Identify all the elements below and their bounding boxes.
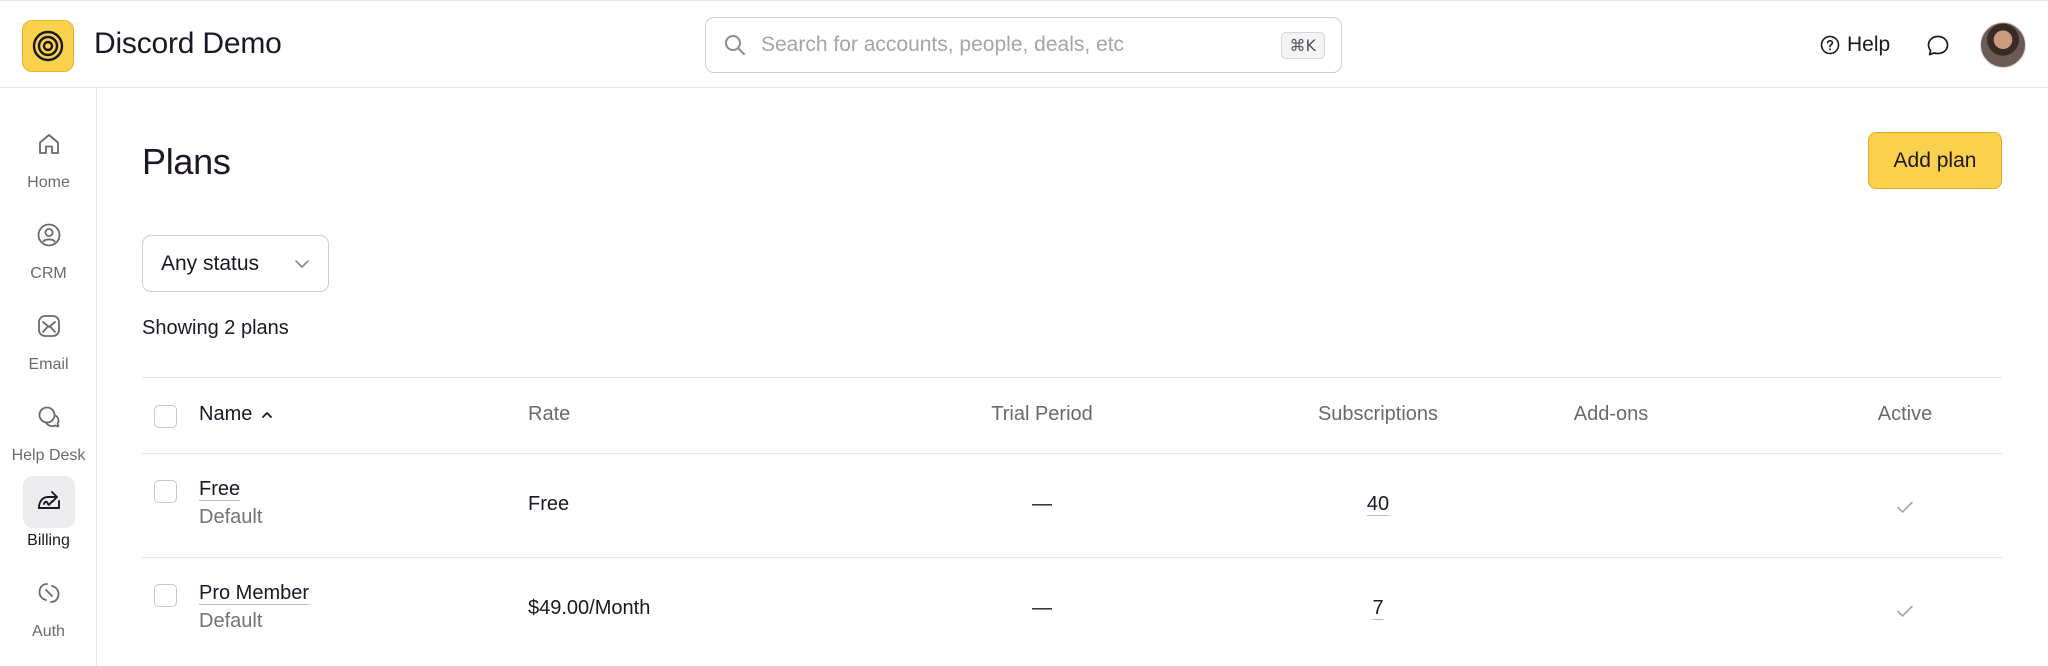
sidebar-item-home[interactable]: Home (0, 118, 97, 204)
sidebar-item-label: Auth (32, 623, 65, 640)
select-all-checkbox[interactable] (154, 405, 177, 428)
sidebar-item-label: Home (27, 174, 70, 191)
top-bar: Discord Demo ⌘K Help (0, 0, 2048, 88)
column-header-trial-period[interactable]: Trial Period (991, 403, 1093, 426)
checkmark-icon (1897, 501, 1913, 513)
sidebar-item-auth[interactable]: Auth (0, 567, 97, 653)
column-header-label: Name (199, 403, 253, 425)
sidebar-item-billing[interactable]: Billing (0, 476, 97, 562)
row-checkbox[interactable] (154, 584, 177, 607)
home-icon (38, 134, 59, 154)
search-bar[interactable]: ⌘K (705, 17, 1342, 73)
column-header-add-ons[interactable]: Add-ons (1574, 403, 1649, 426)
column-header-name[interactable]: Name (199, 403, 273, 426)
subscriptions-count-link[interactable]: 7 (1372, 597, 1384, 620)
column-header-active[interactable]: Active (1878, 403, 1932, 426)
column-header-rate[interactable]: Rate (528, 403, 570, 426)
plan-rate: Free (528, 493, 570, 515)
subscriptions-count-link[interactable]: 40 (1366, 493, 1390, 516)
results-count: Showing 2 plans (142, 317, 289, 339)
app-logo[interactable] (22, 20, 74, 72)
column-header-subscriptions[interactable]: Subscriptions (1318, 403, 1438, 426)
sidebar-item-crm[interactable]: CRM (0, 209, 97, 295)
sidebar-item-label: Billing (27, 532, 70, 549)
plan-trial-period: — (1032, 597, 1052, 619)
status-filter-value: Any status (161, 251, 260, 275)
table-divider (142, 377, 2002, 378)
auth-icon (38, 583, 59, 603)
status-filter-dropdown[interactable]: Any status (142, 235, 329, 292)
sidebar-item-email[interactable]: Email (0, 300, 97, 386)
search-input[interactable] (761, 33, 1261, 57)
help-circle-icon (1820, 35, 1840, 55)
mail-icon (37, 315, 60, 337)
page-title: Plans (142, 141, 231, 182)
table-divider (142, 453, 2002, 454)
add-plan-button[interactable]: Add plan (1868, 132, 2002, 189)
plan-name-link[interactable]: Pro Member (199, 582, 310, 605)
logo-icon (32, 30, 64, 62)
app-title: Discord Demo (94, 27, 282, 60)
plan-name-link[interactable]: Free (199, 478, 241, 501)
search-shortcut-badge: ⌘K (1280, 32, 1325, 59)
chat-bubbles-icon (38, 406, 59, 428)
plan-rate: $49.00/Month (528, 597, 651, 619)
table-divider (142, 557, 2002, 558)
billing-icon (37, 491, 60, 509)
row-checkbox[interactable] (154, 480, 177, 503)
chat-icon[interactable] (1925, 33, 1951, 59)
help-label: Help (1847, 33, 1891, 56)
chevron-down-icon (295, 260, 309, 268)
user-avatar[interactable] (1980, 22, 2026, 68)
plan-subtitle: Default (199, 610, 263, 632)
sidebar-item-help-desk[interactable]: Help Desk (0, 391, 97, 477)
sidebar: Home CRM Email Help Desk Billing Auth (0, 88, 97, 666)
sidebar-item-label: Help Desk (11, 447, 86, 464)
sort-ascending-icon (262, 412, 272, 418)
help-button[interactable]: Help (1820, 29, 1890, 61)
checkmark-icon (1897, 605, 1913, 617)
sidebar-item-label: CRM (30, 265, 67, 282)
person-circle-icon (37, 223, 60, 247)
search-icon (725, 35, 745, 55)
sidebar-item-label: Email (28, 356, 69, 373)
plan-trial-period: — (1032, 493, 1052, 515)
plan-subtitle: Default (199, 506, 263, 528)
